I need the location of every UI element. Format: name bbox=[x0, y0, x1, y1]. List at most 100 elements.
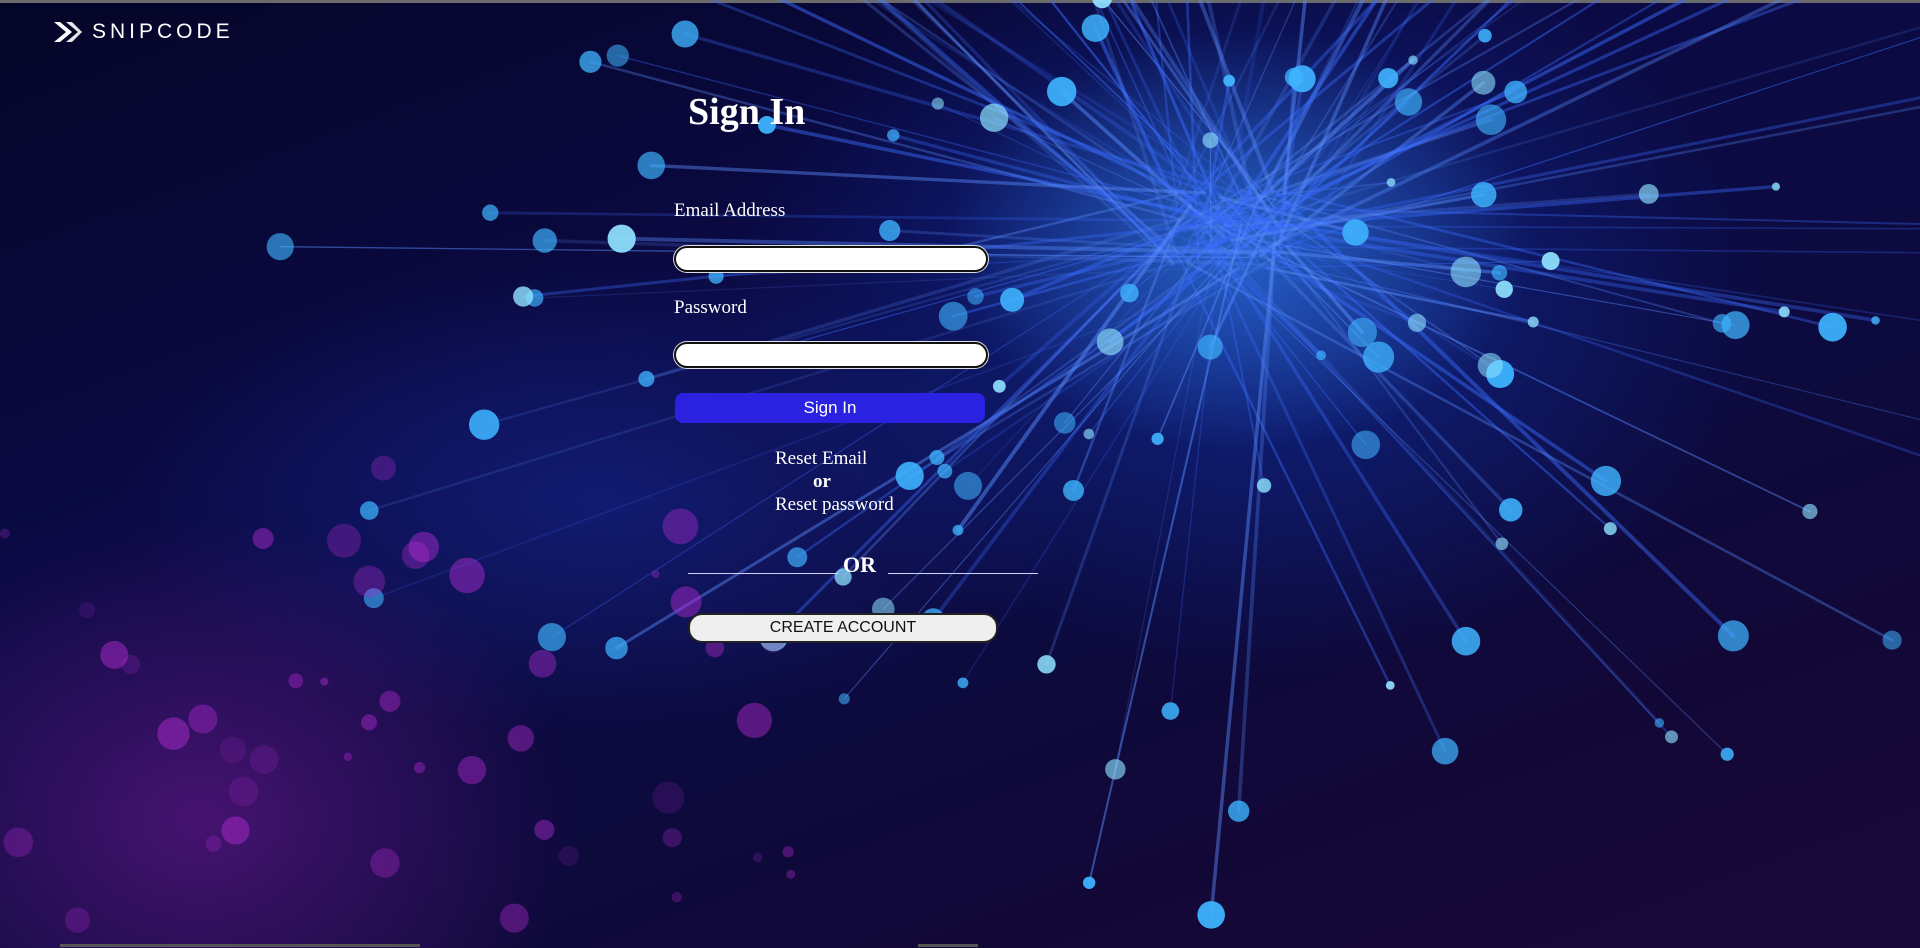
fiber-strand bbox=[649, 163, 1207, 195]
fiber-glow-dot bbox=[1362, 341, 1395, 373]
fiber-glow-dot bbox=[1351, 430, 1381, 460]
fiber-glow-dot bbox=[992, 379, 1006, 393]
scrollbar-thumb[interactable] bbox=[918, 944, 978, 947]
fiber-glow-dot bbox=[1407, 313, 1427, 332]
fiber-glow-dot bbox=[1541, 252, 1560, 271]
bokeh-dot bbox=[662, 828, 682, 848]
bokeh-dot bbox=[558, 845, 579, 866]
fiber-strand bbox=[372, 265, 1270, 600]
fiber-glow-dot bbox=[605, 636, 628, 660]
bokeh-dot bbox=[205, 835, 222, 852]
create-account-button[interactable]: CREATE ACCOUNT bbox=[688, 613, 998, 643]
fiber-glow-dot bbox=[1081, 14, 1110, 42]
bokeh-dot bbox=[449, 557, 485, 594]
bokeh-dot bbox=[343, 752, 353, 762]
fiber-glow-dot bbox=[1491, 264, 1508, 281]
page-title: Sign In bbox=[688, 91, 806, 133]
fiber-glow-dot bbox=[1478, 28, 1492, 43]
or-separator: OR bbox=[688, 552, 1038, 582]
fiber-glow-dot bbox=[937, 463, 953, 479]
bokeh-dot bbox=[353, 565, 386, 598]
fiber-glow-dot bbox=[931, 97, 944, 110]
fiber-glow-dot bbox=[532, 228, 557, 253]
fiber-glow-dot bbox=[938, 301, 968, 331]
fiber-glow-dot bbox=[879, 219, 901, 242]
fiber-glow-dot bbox=[1638, 184, 1659, 204]
fiber-glow-dot bbox=[1882, 630, 1902, 650]
fiber-glow-dot bbox=[1227, 800, 1250, 822]
fiber-strand bbox=[1212, 245, 1920, 421]
fiber-glow-dot bbox=[1451, 626, 1481, 656]
fiber-glow-dot bbox=[1778, 306, 1790, 318]
reset-password-link[interactable]: Reset password bbox=[775, 493, 894, 516]
bokeh-dot bbox=[370, 848, 400, 878]
fiber-strand bbox=[1214, 258, 1728, 755]
reset-or-text: or bbox=[813, 471, 831, 492]
snipcode-logo-icon bbox=[54, 22, 82, 42]
fiber-glow-dot bbox=[954, 471, 983, 500]
bokeh-dot bbox=[249, 745, 279, 775]
fiber-glow-dot bbox=[637, 151, 666, 180]
fiber-glow-dot bbox=[638, 370, 655, 387]
bokeh-dot bbox=[327, 523, 362, 558]
bokeh-dot bbox=[219, 736, 247, 764]
fiber-glow-dot bbox=[957, 677, 969, 689]
fiber-glow-dot bbox=[1053, 412, 1076, 434]
brand-name: SNIPCODE bbox=[92, 20, 234, 43]
password-label: Password bbox=[674, 297, 747, 318]
fiber-glow-dot bbox=[1712, 314, 1732, 333]
brand-logo[interactable]: SNIPCODE bbox=[52, 20, 234, 44]
reset-email-link[interactable]: Reset Email bbox=[775, 447, 894, 470]
fiber-glow-dot bbox=[1223, 74, 1236, 87]
horizontal-scrollbar[interactable] bbox=[60, 944, 420, 947]
fiber-glow-dot bbox=[838, 693, 850, 705]
fiber-glow-dot bbox=[967, 288, 984, 305]
password-field[interactable] bbox=[674, 342, 988, 368]
fiber-glow-dot bbox=[1083, 428, 1095, 440]
bokeh-dot bbox=[188, 704, 218, 734]
fiber-glow-dot bbox=[1654, 718, 1665, 728]
fiber-glow-dot bbox=[1495, 280, 1513, 298]
fiber-glow-dot bbox=[482, 204, 499, 221]
fiber-glow-dot bbox=[1342, 219, 1369, 246]
bokeh-dot bbox=[782, 846, 794, 858]
fiber-glow-dot bbox=[607, 224, 636, 253]
fiber-glow-dot bbox=[1504, 80, 1528, 104]
fiber-strand bbox=[1283, 26, 1920, 214]
fiber-glow-dot bbox=[537, 623, 566, 652]
fiber-glow-dot bbox=[979, 103, 1009, 132]
fiber-optic-background bbox=[0, 0, 1920, 933]
bokeh-dot bbox=[652, 781, 685, 814]
bokeh-dot bbox=[79, 602, 96, 619]
fiber-glow-dot bbox=[1120, 283, 1139, 303]
bokeh-dot bbox=[320, 677, 329, 686]
fiber-glow-dot bbox=[1477, 352, 1503, 379]
fiber-glow-dot bbox=[1408, 55, 1418, 65]
bokeh-dot bbox=[228, 776, 259, 807]
fiber-glow-dot bbox=[1105, 759, 1126, 780]
fiber-glow-dot bbox=[1665, 730, 1679, 744]
fiber-glow-dot bbox=[929, 450, 945, 466]
email-field[interactable] bbox=[674, 246, 988, 272]
fiber-glow-dot bbox=[1096, 328, 1124, 356]
sign-in-button[interactable]: Sign In bbox=[675, 393, 985, 423]
bokeh-dot bbox=[457, 755, 487, 785]
bokeh-dot bbox=[671, 892, 682, 903]
fiber-glow-dot bbox=[1475, 104, 1507, 135]
bokeh-dot bbox=[288, 673, 304, 689]
fiber-glow-dot bbox=[606, 44, 629, 67]
separator-line-right bbox=[888, 573, 1038, 574]
bokeh-dot bbox=[3, 827, 34, 858]
fiber-glow-dot bbox=[1197, 334, 1223, 360]
fiber-glow-dot bbox=[1802, 503, 1818, 520]
fiber-glow-dot bbox=[1717, 620, 1749, 652]
fiber-glow-dot bbox=[1499, 498, 1523, 522]
bokeh-dot bbox=[408, 531, 440, 563]
fiber-glow-dot bbox=[1316, 350, 1327, 361]
bokeh-dot bbox=[121, 654, 141, 675]
fiber-glow-dot bbox=[1082, 876, 1096, 889]
fiber-strand bbox=[921, 0, 1182, 266]
fiber-glow-dot bbox=[468, 409, 500, 440]
fiber-glow-dot bbox=[1347, 317, 1378, 348]
fiber-strand bbox=[943, 262, 1251, 473]
